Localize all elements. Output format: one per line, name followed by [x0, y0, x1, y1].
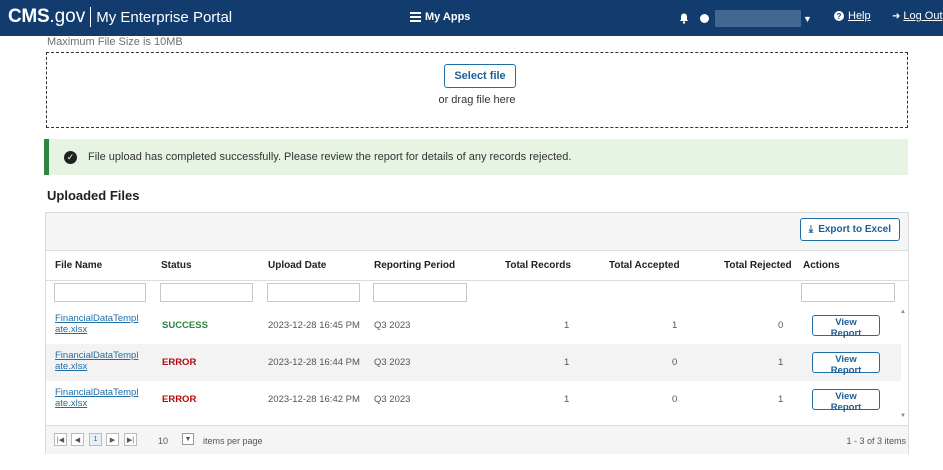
table-row: FinancialDataTempl ate.xlsx ERROR 2023-12… [46, 381, 901, 418]
logo-suffix: .gov [49, 6, 86, 27]
uploaded-files-title: Uploaded Files [47, 188, 140, 203]
logout-icon: ➜ [892, 10, 901, 22]
my-apps-label: My Apps [425, 11, 471, 23]
portal-name: My Enterprise Portal [96, 8, 233, 26]
user-name-redacted [715, 10, 801, 27]
grid-pager: |◀ ◀ 1 ▶ ▶| 10 ▼ items per page 1 - 3 of… [46, 425, 908, 454]
view-report-button[interactable]: View Report [812, 315, 880, 339]
upload-date-cell: 2023-12-28 16:44 PM [268, 357, 360, 368]
grid-header-row: File Name Status Upload Date Reporting P… [46, 251, 908, 281]
alert-message: File upload has completed successfully. … [88, 151, 572, 163]
filter-file-name-input[interactable] [54, 283, 146, 302]
file-name-link[interactable]: FinancialDataTempl ate.xlsx [55, 313, 138, 335]
notifications-bell-icon[interactable] [679, 11, 689, 29]
reporting-period-cell: Q3 2023 [374, 357, 411, 368]
download-icon: ⤓ [808, 224, 814, 235]
total-records-cell: 1 [564, 320, 570, 331]
total-accepted-cell: 1 [672, 320, 678, 331]
grid-toolbar: ⤓ Export to Excel [46, 213, 908, 251]
items-per-page-label: items per page [203, 436, 263, 446]
file-name-link[interactable]: FinancialDataTempl ate.xlsx [55, 350, 138, 372]
current-page-number[interactable]: 1 [89, 433, 102, 446]
check-circle-icon: ✓ [64, 150, 77, 164]
question-icon: ? [834, 11, 844, 21]
reporting-period-cell: Q3 2023 [374, 320, 411, 331]
items-count-text: 1 - 3 of 3 items [846, 436, 906, 446]
view-report-button[interactable]: View Report [812, 389, 880, 413]
uploaded-files-grid: ⤓ Export to Excel File Name Status Uploa… [45, 212, 909, 454]
chevron-down-icon: ▼ [803, 13, 812, 24]
list-icon [410, 12, 421, 22]
page-size-select[interactable]: 10 [158, 436, 168, 446]
table-row: FinancialDataTempl ate.xlsx SUCCESS 2023-… [46, 307, 901, 344]
total-accepted-cell: 0 [672, 394, 678, 405]
file-name-line2[interactable]: ate.xlsx [55, 398, 87, 409]
export-label: Export to Excel [818, 224, 891, 235]
column-header-upload-date[interactable]: Upload Date [268, 260, 326, 271]
file-name-line2[interactable]: ate.xlsx [55, 361, 87, 372]
column-header-actions: Actions [803, 260, 840, 271]
drag-file-text: or drag file here [438, 94, 516, 106]
filter-reporting-period-input[interactable] [373, 283, 467, 302]
last-page-icon[interactable]: ▶| [124, 433, 137, 446]
table-row: FinancialDataTempl ate.xlsx ERROR 2023-12… [46, 344, 901, 381]
column-header-total-accepted[interactable]: Total Accepted [609, 260, 680, 271]
logout-label[interactable]: Log Out [903, 10, 942, 22]
filter-actions-input[interactable] [801, 283, 895, 302]
status-badge: ERROR [162, 357, 197, 368]
total-records-cell: 1 [564, 394, 570, 405]
total-records-cell: 1 [564, 357, 570, 368]
file-name-line1[interactable]: FinancialDataTempl [55, 350, 138, 361]
filter-upload-date-input[interactable] [267, 283, 360, 302]
select-file-button[interactable]: Select file [444, 64, 516, 88]
column-header-reporting-period[interactable]: Reporting Period [374, 260, 455, 271]
logout-link[interactable]: ➜ Log Out [892, 10, 943, 22]
file-name-line1[interactable]: FinancialDataTempl [55, 387, 138, 398]
column-header-status[interactable]: Status [161, 260, 192, 271]
top-navigation-bar: CMS .gov My Enterprise Portal My Apps ▼ ?… [0, 0, 943, 36]
help-link[interactable]: ? Help [834, 10, 871, 22]
upload-date-cell: 2023-12-28 16:45 PM [268, 320, 360, 331]
view-report-button[interactable]: View Report [812, 352, 880, 376]
total-rejected-cell: 1 [778, 394, 784, 405]
file-drop-zone[interactable]: Select file or drag file here [46, 52, 908, 128]
column-header-total-rejected[interactable]: Total Rejected [724, 260, 792, 271]
export-to-excel-button[interactable]: ⤓ Export to Excel [799, 218, 900, 241]
total-rejected-cell: 1 [778, 357, 784, 368]
file-name-line2[interactable]: ate.xlsx [55, 324, 87, 335]
logo-divider [90, 7, 92, 27]
scroll-up-arrow-icon[interactable]: ▲ [900, 309, 906, 315]
column-header-file-name[interactable]: File Name [55, 260, 102, 271]
filter-status-input[interactable] [160, 283, 253, 302]
reporting-period-cell: Q3 2023 [374, 394, 411, 405]
first-page-icon[interactable]: |◀ [54, 433, 67, 446]
grid-filter-row [46, 281, 908, 307]
user-avatar-icon [700, 14, 709, 23]
column-header-total-records[interactable]: Total Records [505, 260, 571, 271]
file-name-link[interactable]: FinancialDataTempl ate.xlsx [55, 387, 138, 409]
total-rejected-cell: 0 [778, 320, 784, 331]
total-accepted-cell: 0 [672, 357, 678, 368]
status-badge: ERROR [162, 394, 197, 405]
scroll-down-arrow-icon[interactable]: ▼ [900, 413, 906, 419]
next-page-icon[interactable]: ▶ [106, 433, 119, 446]
dropdown-arrow-icon[interactable]: ▼ [182, 433, 194, 445]
logo-brand: CMS [8, 6, 50, 27]
success-alert: ✓ File upload has completed successfully… [44, 139, 908, 175]
previous-page-icon[interactable]: ◀ [71, 433, 84, 446]
user-menu[interactable]: ▼ [700, 10, 812, 27]
help-label[interactable]: Help [848, 10, 871, 22]
upload-date-cell: 2023-12-28 16:42 PM [268, 394, 360, 405]
status-badge: SUCCESS [162, 320, 208, 331]
file-name-line1[interactable]: FinancialDataTempl [55, 313, 138, 324]
my-apps-button[interactable]: My Apps [410, 11, 470, 23]
max-file-size-text: Maximum File Size is 10MB [47, 36, 183, 48]
cms-logo[interactable]: CMS .gov My Enterprise Portal [8, 6, 232, 28]
